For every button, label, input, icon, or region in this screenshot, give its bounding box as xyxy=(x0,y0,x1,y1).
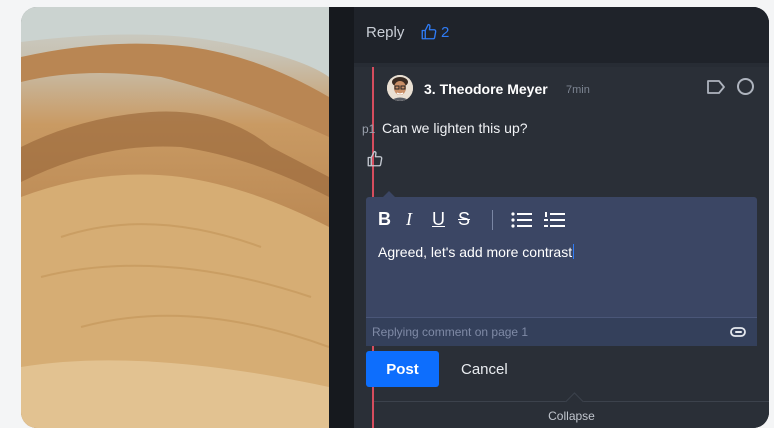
panel-divider xyxy=(329,7,354,428)
numbered-list-icon[interactable] xyxy=(544,211,566,229)
collapse-label[interactable]: Collapse xyxy=(374,409,769,423)
thumbs-up-icon xyxy=(421,23,437,40)
comment-text: Can we lighten this up? xyxy=(382,120,528,136)
editor-footer: Replying comment on page 1 xyxy=(366,317,757,346)
collapse-notch xyxy=(565,392,584,411)
reply-text-input[interactable]: Agreed, let's add more contrast xyxy=(378,244,575,260)
avatar xyxy=(387,75,413,101)
collapse-bar[interactable]: Collapse xyxy=(374,392,769,428)
tag-icon[interactable] xyxy=(706,79,726,95)
canvas-image-desert[interactable] xyxy=(21,7,329,428)
toolbar-separator xyxy=(492,210,493,230)
comments-panel: Reply 2 3. Theodore Meyer 7min p1 Can we… xyxy=(354,7,769,428)
reply-bar: Reply 2 xyxy=(354,7,769,63)
resolve-circle-icon[interactable] xyxy=(737,78,754,95)
comment-time: 7min xyxy=(566,84,590,96)
text-caret xyxy=(573,244,575,259)
thumbs-up-icon[interactable] xyxy=(366,150,384,168)
desert-dunes-illustration xyxy=(21,7,329,428)
reply-editor[interactable]: B I U S Agreed, let's add more contrast … xyxy=(366,191,757,346)
strikethrough-button[interactable]: S xyxy=(458,209,470,229)
like-count: 2 xyxy=(441,23,450,41)
reply-link[interactable]: Reply xyxy=(366,24,404,41)
paperclip-icon[interactable] xyxy=(730,325,746,339)
avatar-face-icon xyxy=(387,75,413,101)
comment-thread: 3. Theodore Meyer 7min p1 Can we lighten… xyxy=(354,67,769,428)
reply-text: Agreed, let's add more contrast xyxy=(378,244,573,260)
replying-context-text: Replying comment on page 1 xyxy=(372,325,529,339)
page-reference: p1 xyxy=(362,122,376,136)
comment-author[interactable]: 3. Theodore Meyer xyxy=(424,81,548,97)
cancel-button[interactable]: Cancel xyxy=(449,351,520,387)
bold-button[interactable]: B xyxy=(378,209,391,229)
underline-button[interactable]: U xyxy=(432,209,445,229)
like-button[interactable]: 2 xyxy=(420,23,449,41)
post-button[interactable]: Post xyxy=(366,351,439,387)
editor-pointer xyxy=(382,191,396,198)
app-window: Reply 2 3. Theodore Meyer 7min p1 Can we… xyxy=(21,7,769,428)
italic-button[interactable]: I xyxy=(406,209,412,229)
bulleted-list-icon[interactable] xyxy=(511,211,533,229)
